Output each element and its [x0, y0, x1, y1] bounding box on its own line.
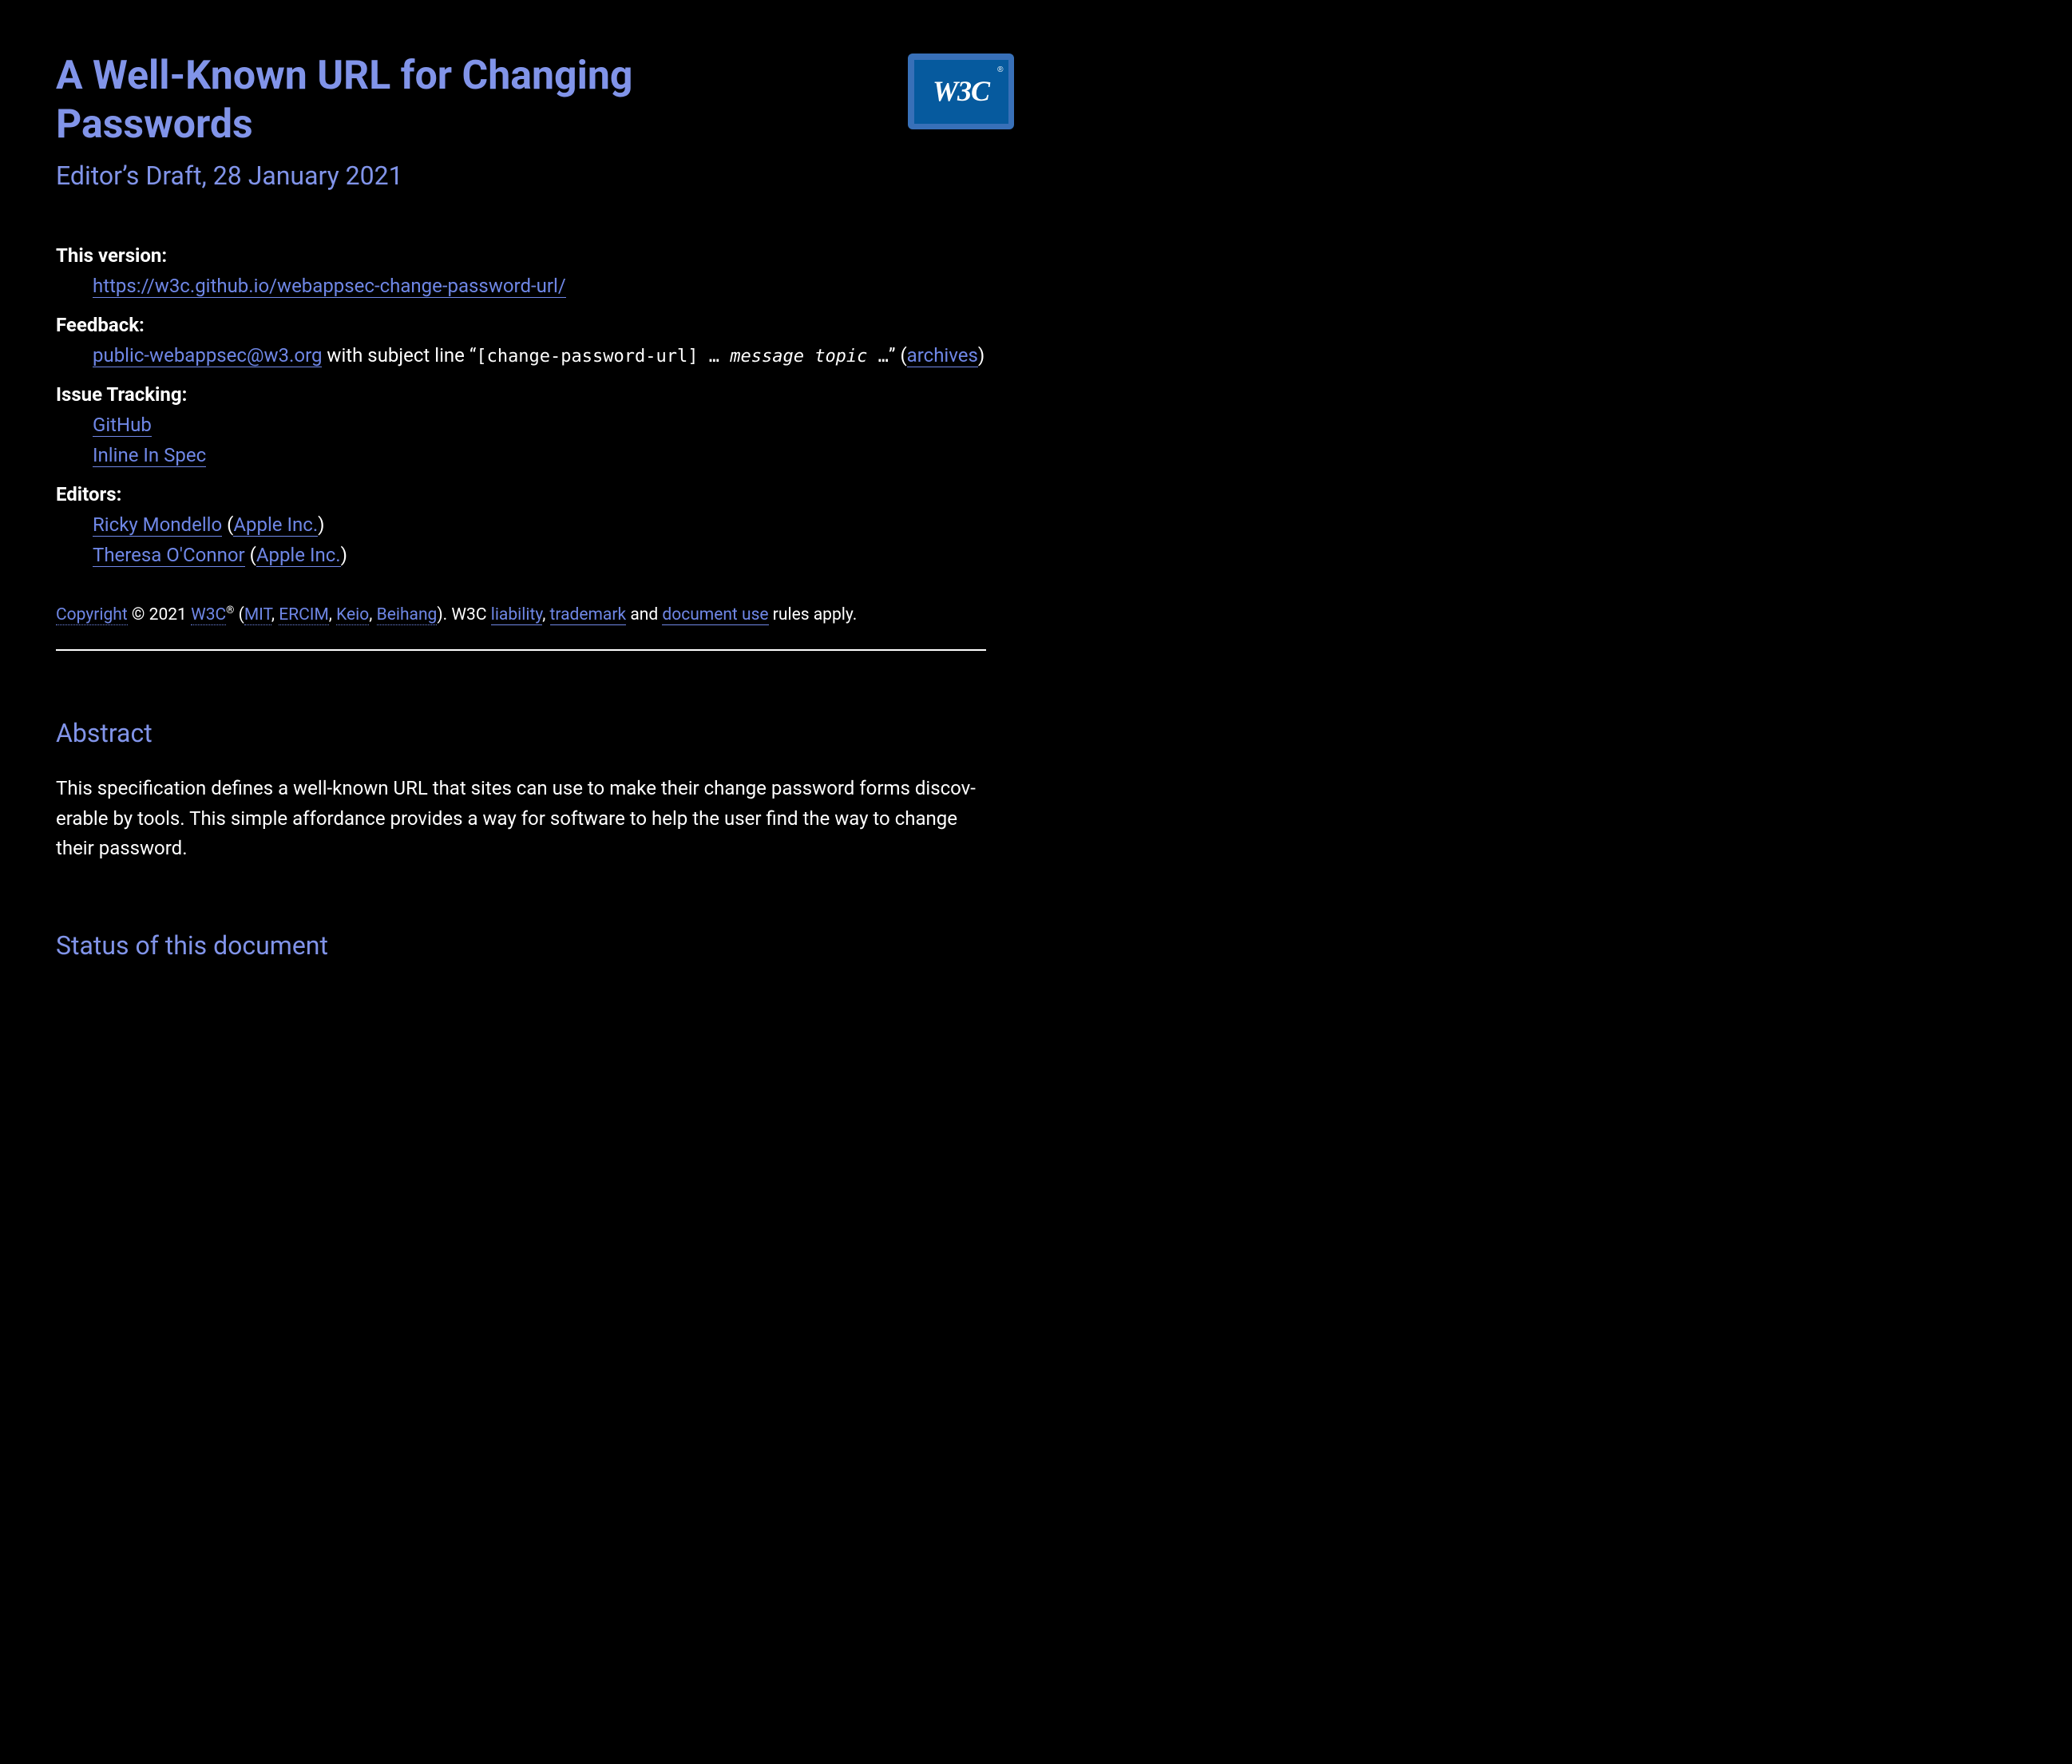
feedback-label: Feedback:	[56, 311, 986, 339]
editor-row: Ricky Mondello (Apple Inc.)	[93, 510, 986, 539]
w3c-logo-reg: ®	[997, 65, 1003, 77]
copyright-year: © 2021	[128, 605, 191, 624]
feedback-email-link[interactable]: public-webappsec@w3.org	[93, 344, 322, 367]
editor-org-link[interactable]: Apple Inc.	[256, 544, 341, 567]
page-subtitle: Editor’s Draft, 28 January 2021	[56, 157, 986, 194]
this-version-link[interactable]: https://w3c.github.io/webappsec-change-p…	[93, 275, 566, 298]
copyright-line: Copyright © 2021 W3C® (MIT, ERCIM, Keio,…	[56, 603, 986, 627]
archives-link[interactable]: archives	[907, 344, 978, 367]
mit-link[interactable]: MIT	[244, 605, 271, 625]
trademark-link[interactable]: trademark	[550, 605, 627, 625]
feedback-mono-prefix: [change-password-url]	[476, 347, 708, 367]
feedback-close-paren: )	[978, 344, 984, 367]
editor-name-link[interactable]: Ricky Mondello	[93, 513, 222, 537]
page-title: A Well-Known URL for Changing Passwords	[56, 52, 723, 149]
open-paren: (	[234, 605, 244, 624]
w3c-link[interactable]: W3C	[191, 605, 226, 625]
this-version-label: This version:	[56, 242, 986, 270]
feedback-mono-italic: message topic	[730, 347, 878, 367]
feedback-line: public-webappsec@w3.org with subject lin…	[93, 341, 986, 370]
w3c-logo[interactable]: W3C ®	[908, 54, 1014, 129]
section-divider	[56, 649, 986, 651]
editor-row: Theresa O'Connor (Apple Inc.)	[93, 541, 986, 569]
document-use-link[interactable]: document use	[662, 605, 768, 625]
editors-label: Editors:	[56, 481, 986, 509]
w3c-logo-text: W3C	[933, 70, 989, 112]
beihang-link[interactable]: Beihang	[377, 605, 438, 625]
issue-tracking-label: Issue Tracking:	[56, 381, 986, 409]
editor-name-link[interactable]: Theresa O'Connor	[93, 544, 245, 567]
feedback-ellipsis2: …	[878, 347, 889, 367]
feedback-ellipsis1: …	[709, 347, 731, 367]
abstract-body: This specification defines a well-known …	[56, 774, 986, 863]
editor-org-link[interactable]: Apple Inc.	[233, 513, 318, 537]
feedback-close-quote: ” (	[889, 344, 907, 367]
status-heading: Status of this document	[56, 927, 986, 964]
ercim-link[interactable]: ERCIM	[279, 605, 329, 625]
copyright-link[interactable]: Copyright	[56, 605, 128, 625]
abstract-heading: Abstract	[56, 715, 986, 751]
issue-tracking-github-link[interactable]: GitHub	[93, 414, 152, 437]
issue-tracking-inline-link[interactable]: Inline In Spec	[93, 444, 206, 467]
feedback-with-text: with subject line “	[322, 344, 476, 367]
w3c-sup: ®	[226, 605, 234, 616]
spec-metadata: This version: https://w3c.github.io/weba…	[56, 242, 986, 569]
liability-link[interactable]: liability	[491, 605, 542, 625]
keio-link[interactable]: Keio	[336, 605, 369, 625]
